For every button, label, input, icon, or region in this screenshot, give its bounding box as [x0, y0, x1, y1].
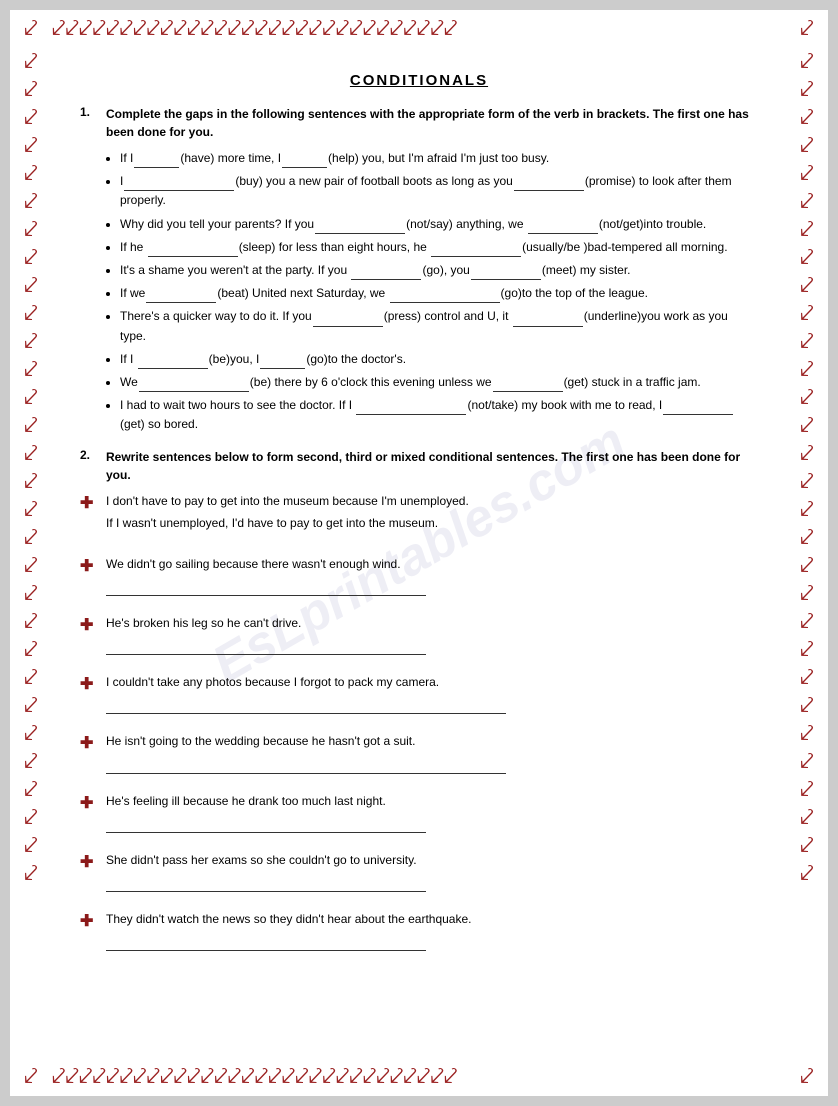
section-1-instruction: Complete the gaps in the following sente…: [106, 105, 758, 141]
exercise2-sentence-1: I don't have to pay to get into the muse…: [106, 492, 758, 511]
blank-2-2[interactable]: [514, 177, 584, 191]
corner-swirl-bl: ⤦: [24, 1063, 38, 1091]
sentence-5: It's a shame you weren't at the party. I…: [120, 261, 758, 280]
sentence-4: If he (sleep) for less than eight hours,…: [120, 238, 758, 257]
exercise2-item-6: ✚ He's feeling ill because he drank too …: [80, 792, 758, 833]
exercise2-sentence-2: We didn't go sailing because there wasn'…: [106, 555, 758, 574]
section-2-instruction: Rewrite sentences below to form second, …: [106, 448, 758, 484]
exercise2-content-1: I don't have to pay to get into the muse…: [106, 492, 758, 536]
corner-swirl-br: ⤦: [800, 1063, 814, 1091]
exercise2-sentence-3: He's broken his leg so he can't drive.: [106, 614, 758, 633]
exercise2-content-7: She didn't pass her exams so she couldn'…: [106, 851, 758, 892]
corner-br: ⤦: [786, 1058, 828, 1096]
section-1-sentences: If I(have) more time, I(help) you, but I…: [80, 149, 758, 434]
blank-9-2[interactable]: [493, 378, 563, 392]
exercise2-content-8: They didn't watch the news so they didn'…: [106, 910, 758, 951]
answer-line-7[interactable]: [106, 876, 426, 892]
blank-4-2[interactable]: [431, 243, 521, 257]
top-border: ⤦ ⤦ ⤦ ⤦ ⤦ ⤦ ⤦ ⤦ ⤦ ⤦ ⤦ ⤦ ⤦ ⤦ ⤦ ⤦ ⤦ ⤦ ⤦ ⤦ …: [52, 10, 786, 48]
arrow-icon-6: ✚: [80, 793, 96, 813]
right-border: ⤦ ⤦ ⤦ ⤦ ⤦ ⤦ ⤦ ⤦ ⤦ ⤦ ⤦ ⤦ ⤦ ⤦ ⤦ ⤦ ⤦ ⤦ ⤦ ⤦ …: [786, 48, 828, 1058]
arrow-icon-8: ✚: [80, 911, 96, 931]
left-border: ⤦ ⤦ ⤦ ⤦ ⤦ ⤦ ⤦ ⤦ ⤦ ⤦ ⤦ ⤦ ⤦ ⤦ ⤦ ⤦ ⤦ ⤦ ⤦ ⤦ …: [10, 48, 52, 1058]
exercise2-example-1: If I wasn't unemployed, I'd have to pay …: [106, 514, 758, 533]
blank-9-1[interactable]: [139, 378, 249, 392]
answer-line-3[interactable]: [106, 639, 426, 655]
worksheet-page: ⤦ ⤦ ⤦ ⤦ ⤦ ⤦ ⤦ ⤦ ⤦ ⤦ ⤦ ⤦ ⤦ ⤦ ⤦ ⤦ ⤦ ⤦ ⤦ ⤦ …: [10, 10, 828, 1096]
sentence-7: There's a quicker way to do it. If you(p…: [120, 307, 758, 345]
sentence-8: If I (be)you, I(go)to the doctor's.: [120, 350, 758, 369]
blank-8-1[interactable]: [138, 355, 208, 369]
section-1: 1. Complete the gaps in the following se…: [80, 105, 758, 434]
corner-bl: ⤦: [10, 1058, 52, 1096]
exercise2-item-7: ✚ She didn't pass her exams so she could…: [80, 851, 758, 892]
blank-10-1[interactable]: [356, 401, 466, 415]
exercise2-sentence-8: They didn't watch the news so they didn'…: [106, 910, 758, 929]
section-2-number: 2.: [80, 448, 98, 462]
main-content: CONDITIONALS 1. Complete the gaps in the…: [70, 62, 768, 979]
blank-6-1[interactable]: [146, 289, 216, 303]
arrow-icon-1: ✚: [80, 493, 96, 513]
exercise2-item-1: ✚ I don't have to pay to get into the mu…: [80, 492, 758, 536]
arrow-icon-5: ✚: [80, 733, 96, 753]
answer-line-2[interactable]: [106, 580, 426, 596]
exercise2-item-4: ✚ I couldn't take any photos because I f…: [80, 673, 758, 714]
exercise2-sentence-4: I couldn't take any photos because I for…: [106, 673, 758, 692]
answer-line-8[interactable]: [106, 935, 426, 951]
page-title: CONDITIONALS: [80, 72, 758, 89]
blank-3-2[interactable]: [528, 220, 598, 234]
exercise2-sentence-5: He isn't going to the wedding because he…: [106, 732, 758, 751]
blank-5-1[interactable]: [351, 266, 421, 280]
blank-2-1[interactable]: [124, 177, 234, 191]
exercise2-item-5: ✚ He isn't going to the wedding because …: [80, 732, 758, 773]
arrow-icon-7: ✚: [80, 852, 96, 872]
exercise2-content-2: We didn't go sailing because there wasn'…: [106, 555, 758, 596]
section-2-header: 2. Rewrite sentences below to form secon…: [80, 448, 758, 484]
exercise2-content-6: He's feeling ill because he drank too mu…: [106, 792, 758, 833]
arrow-icon-4: ✚: [80, 674, 96, 694]
bottom-border: ⤦ ⤦ ⤦ ⤦ ⤦ ⤦ ⤦ ⤦ ⤦ ⤦ ⤦ ⤦ ⤦ ⤦ ⤦ ⤦ ⤦ ⤦ ⤦ ⤦ …: [52, 1058, 786, 1096]
sentence-2: I(buy) you a new pair of football boots …: [120, 172, 758, 210]
exercise2-item-2: ✚ We didn't go sailing because there was…: [80, 555, 758, 596]
blank-1-2[interactable]: [282, 154, 327, 168]
answer-line-6[interactable]: [106, 817, 426, 833]
blank-3-1[interactable]: [315, 220, 405, 234]
sentence-1: If I(have) more time, I(help) you, but I…: [120, 149, 758, 168]
exercise2-item-3: ✚ He's broken his leg so he can't drive.: [80, 614, 758, 655]
section-1-header: 1. Complete the gaps in the following se…: [80, 105, 758, 141]
corner-tl: ⤦: [10, 10, 52, 48]
blank-10-2[interactable]: [663, 401, 733, 415]
arrow-icon-2: ✚: [80, 556, 96, 576]
corner-tr: ⤦: [786, 10, 828, 48]
exercise2-sentence-6: He's feeling ill because he drank too mu…: [106, 792, 758, 811]
blank-6-2[interactable]: [390, 289, 500, 303]
corner-swirl-tl: ⤦: [24, 15, 38, 43]
sentence-9: We(be) there by 6 o'clock this evening u…: [120, 373, 758, 392]
section-1-number: 1.: [80, 105, 98, 119]
corner-swirl-tr: ⤦: [800, 15, 814, 43]
section-2: 2. Rewrite sentences below to form secon…: [80, 448, 758, 951]
exercise2-content-4: I couldn't take any photos because I for…: [106, 673, 758, 714]
answer-line-4[interactable]: [106, 698, 506, 714]
exercise2-content-5: He isn't going to the wedding because he…: [106, 732, 758, 773]
blank-8-2[interactable]: [260, 355, 305, 369]
sentence-6: If we(beat) United next Saturday, we (go…: [120, 284, 758, 303]
arrow-icon-3: ✚: [80, 615, 96, 635]
exercise2-item-8: ✚ They didn't watch the news so they did…: [80, 910, 758, 951]
blank-5-2[interactable]: [471, 266, 541, 280]
blank-7-1[interactable]: [313, 313, 383, 327]
answer-line-5[interactable]: [106, 758, 506, 774]
sentence-10: I had to wait two hours to see the docto…: [120, 396, 758, 434]
exercise2-sentence-7: She didn't pass her exams so she couldn'…: [106, 851, 758, 870]
blank-4-1[interactable]: [148, 243, 238, 257]
blank-7-2[interactable]: [513, 313, 583, 327]
exercise2-content-3: He's broken his leg so he can't drive.: [106, 614, 758, 655]
sentence-3: Why did you tell your parents? If you(no…: [120, 215, 758, 234]
blank-1-1[interactable]: [134, 154, 179, 168]
